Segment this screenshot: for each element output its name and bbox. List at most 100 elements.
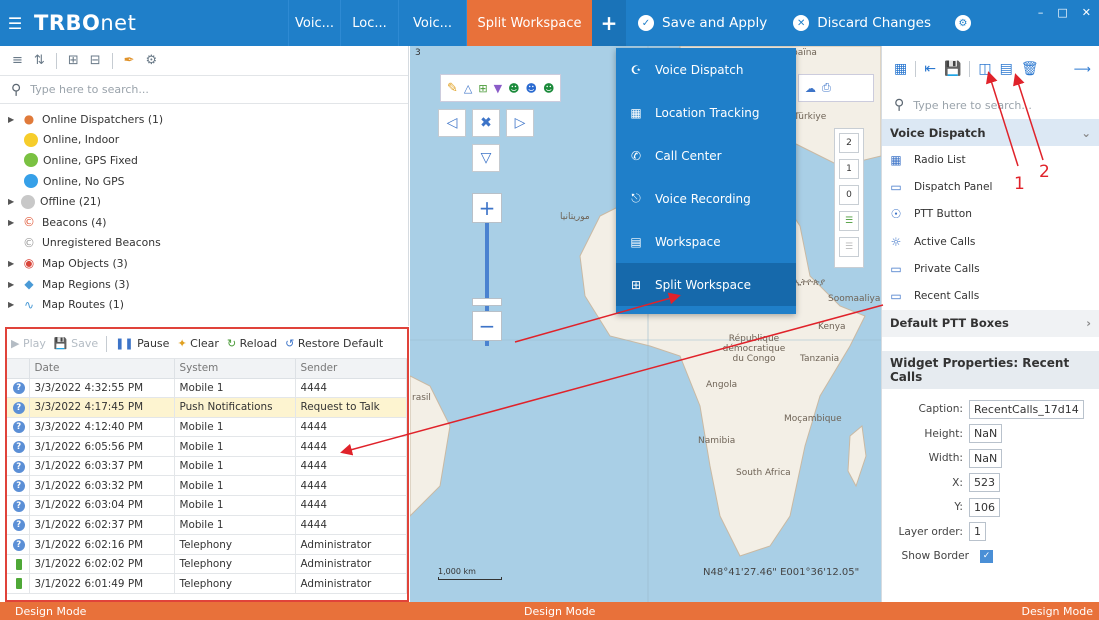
play-button[interactable]: ▶ Play: [11, 337, 46, 350]
zoom-handle[interactable]: [472, 298, 502, 306]
tab-split-workspace[interactable]: Split Workspace: [466, 0, 592, 46]
split-vertical-icon[interactable]: ◫: [978, 61, 991, 77]
pan-right-button[interactable]: ▷: [506, 109, 534, 137]
table-row[interactable]: 3/1/2022 6:02:02 PM Telephony Administrato…: [7, 554, 407, 575]
person-icon[interactable]: ☻: [526, 82, 537, 95]
grid-icon[interactable]: ▦: [894, 61, 907, 77]
table-row[interactable]: ? 3/3/2022 4:17:45 PM Push Notifications Re…: [7, 397, 407, 418]
pan-left-button[interactable]: ◁: [438, 109, 466, 137]
group-voice-dispatch[interactable]: Voice Dispatch ⌄: [882, 119, 1099, 146]
col-date[interactable]: Date: [29, 359, 175, 379]
group-filter-icon[interactable]: ✒: [124, 53, 135, 68]
tree-item-online-dispatchers[interactable]: ▶ ● Online Dispatchers (1): [0, 109, 408, 130]
filter-icon[interactable]: ≡: [12, 53, 23, 68]
expand-arrow-icon[interactable]: ▶: [8, 197, 16, 206]
expand-arrow-icon[interactable]: ▶: [8, 280, 16, 289]
table-row[interactable]: ? 3/1/2022 6:03:37 PM Mobile 1 4444: [7, 456, 407, 477]
zoom-out-button[interactable]: −: [472, 311, 502, 341]
collapse-all-icon[interactable]: ⊟: [90, 53, 101, 68]
table-row[interactable]: ? 3/3/2022 4:12:40 PM Mobile 1 4444: [7, 417, 407, 438]
tree-item-unregistered-beacons[interactable]: © Unregistered Beacons: [0, 233, 408, 254]
expand-arrow-icon[interactable]: ▶: [8, 218, 16, 227]
table-row[interactable]: ? 3/1/2022 6:02:16 PM Telephony Administrat…: [7, 534, 407, 555]
expand-all-icon[interactable]: ⊞: [68, 53, 79, 68]
widget-dispatch-panel[interactable]: ▭ Dispatch Panel: [882, 173, 1099, 200]
zoom-in-button[interactable]: +: [472, 193, 502, 223]
tree-item-map-objects[interactable]: ▶ ◉ Map Objects (3): [0, 253, 408, 274]
table-row[interactable]: ? 3/1/2022 6:02:37 PM Mobile 1 4444: [7, 515, 407, 536]
align-icon[interactable]: ⇤: [924, 61, 936, 77]
menu-item-call-center[interactable]: ✆ Call Center: [616, 134, 796, 177]
tab-voice-2[interactable]: Voic...: [398, 0, 466, 46]
tree-item-online-nogps[interactable]: Online, No GPS: [0, 171, 408, 192]
layers-icon[interactable]: ☰: [839, 211, 859, 231]
discard-changes-button[interactable]: ✕ Discard Changes: [781, 0, 945, 46]
add-workspace-button[interactable]: +: [592, 0, 626, 46]
tree-item-beacons[interactable]: ▶ © Beacons (4): [0, 212, 408, 233]
layer-order-field[interactable]: 1: [969, 522, 986, 542]
tree-item-online-indoor[interactable]: Online, Indoor: [0, 130, 408, 151]
layer-level-button[interactable]: 2: [839, 133, 859, 153]
widget-private-calls[interactable]: ▭ Private Calls: [882, 255, 1099, 282]
save-and-apply-button[interactable]: ✓ Save and Apply: [626, 0, 781, 46]
widget-recent-calls[interactable]: ▭ Recent Calls: [882, 282, 1099, 309]
add-point-icon[interactable]: ⊞: [478, 82, 487, 95]
show-border-checkbox[interactable]: ✓: [980, 549, 993, 563]
ruler-icon[interactable]: ✎: [447, 81, 458, 96]
minimize-icon[interactable]: –: [1038, 6, 1044, 19]
filter-icon[interactable]: ▼: [494, 82, 502, 95]
menu-item-voice-recording[interactable]: ⎋ Voice Recording: [616, 177, 796, 220]
download-icon[interactable]: ☁: [805, 82, 816, 95]
widgets-search[interactable]: ⚲ Type here to search...: [882, 91, 1099, 119]
search-input[interactable]: Type here to search...: [30, 83, 149, 96]
height-field[interactable]: NaN: [969, 424, 1003, 444]
caption-field[interactable]: RecentCalls_17d14: [969, 399, 1084, 419]
settings-button[interactable]: ⚙: [945, 0, 981, 46]
table-row[interactable]: ? 3/3/2022 4:32:55 PM Mobile 1 4444: [7, 378, 407, 399]
expand-arrow-icon[interactable]: ▶: [8, 300, 16, 309]
triangle-icon[interactable]: △: [464, 82, 472, 95]
col-system[interactable]: System: [174, 359, 296, 379]
y-field[interactable]: 106: [969, 497, 1000, 517]
trash-icon[interactable]: 🗑: [1021, 61, 1039, 77]
save-button[interactable]: 💾 Save: [54, 337, 98, 350]
tree-item-offline[interactable]: ▶ Offline (21): [0, 191, 408, 212]
sort-icon[interactable]: ⇅: [34, 53, 45, 68]
menu-item-voice-dispatch[interactable]: ☪ Voice Dispatch: [616, 48, 796, 91]
layer-level-button[interactable]: 1: [839, 159, 859, 179]
layer-level-button[interactable]: 0: [839, 185, 859, 205]
person-icon[interactable]: ☻: [508, 82, 519, 95]
expand-arrow-icon[interactable]: ▶: [8, 259, 16, 268]
print-icon[interactable]: ⎙: [822, 81, 831, 95]
col-sender[interactable]: Sender: [295, 359, 407, 379]
widget-active-calls[interactable]: ☼ Active Calls: [882, 228, 1099, 255]
menu-item-location-tracking[interactable]: ▦ Location Tracking: [616, 91, 796, 134]
pan-down-button[interactable]: ▽: [472, 144, 500, 172]
save-layout-icon[interactable]: 💾: [944, 61, 961, 77]
pin-icon[interactable]: ⟶: [1074, 62, 1091, 76]
maximize-icon[interactable]: □: [1057, 6, 1067, 19]
gear-icon[interactable]: ⚙: [146, 53, 158, 68]
person-icon[interactable]: ☻: [543, 82, 554, 95]
expand-arrow-icon[interactable]: ▶: [8, 115, 16, 124]
hamburger-menu-icon[interactable]: ☰: [0, 0, 30, 46]
restore-default-button[interactable]: ↺ Restore Default: [285, 337, 383, 350]
table-row[interactable]: ? 3/1/2022 6:05:56 PM Mobile 1 4444: [7, 436, 407, 457]
tree-item-online-gps[interactable]: Online, GPS Fixed: [0, 150, 408, 171]
tab-location[interactable]: Loc...: [340, 0, 398, 46]
table-row[interactable]: ? 3/1/2022 6:03:32 PM Mobile 1 4444: [7, 475, 407, 497]
center-button[interactable]: ✖: [472, 109, 500, 137]
widget-ptt-button[interactable]: ☉ PTT Button: [882, 201, 1099, 228]
tree-item-map-routes[interactable]: ▶ ∿ Map Routes (1): [0, 294, 408, 315]
menu-item-workspace[interactable]: ▤ Workspace: [616, 220, 796, 263]
tree-search[interactable]: ⚲ Type here to search...: [0, 76, 408, 104]
clear-button[interactable]: ✦ Clear: [177, 337, 219, 350]
menu-item-split-workspace[interactable]: ⊞ Split Workspace: [616, 263, 796, 306]
reload-button[interactable]: ↻ Reload: [227, 337, 277, 350]
split-horizontal-icon[interactable]: ▤: [1000, 61, 1013, 77]
tab-voice-1[interactable]: Voic...: [288, 0, 340, 46]
pause-button[interactable]: ❚❚ Pause: [115, 337, 169, 350]
x-field[interactable]: 523: [969, 473, 1000, 493]
tree-item-map-regions[interactable]: ▶ ◆ Map Regions (3): [0, 274, 408, 295]
group-default-ptt-boxes[interactable]: Default PTT Boxes ›: [882, 309, 1099, 337]
